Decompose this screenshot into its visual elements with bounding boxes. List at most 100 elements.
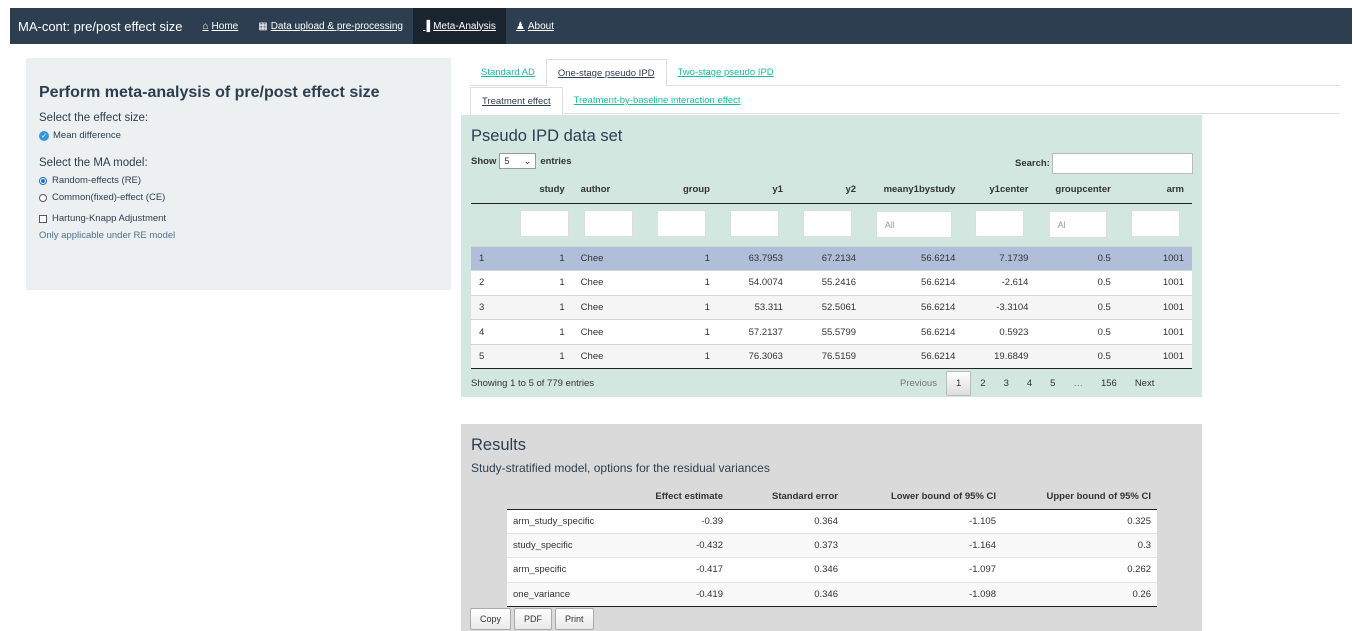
nav-home[interactable]: ⌂ Home [193,8,249,44]
table-row[interactable]: 3 1 Chee 1 53.311 52.5061 56.6214 -3.310… [471,294,1192,320]
checkbox-hartung-knapp[interactable]: Hartung-Knapp Adjustment [39,213,438,224]
pager-page-4[interactable]: 4 [1018,371,1041,396]
cell-index: 3 [471,294,516,320]
pager-page-2[interactable]: 2 [971,371,994,396]
effect-option-mean-difference[interactable]: ✓ Mean difference [39,130,438,141]
filter-input-group[interactable] [656,209,706,237]
radio-button-icon [39,193,47,202]
cell-author: Chee [572,319,645,345]
pdf-button[interactable]: PDF [514,608,553,630]
pager-next[interactable]: Next [1126,371,1164,396]
col-header-meany1bystudy[interactable]: meany1bystudy [864,177,964,204]
tab-two-stage-ipd[interactable]: Two-stage pseudo IPD [667,59,785,86]
pager-page-156[interactable]: 156 [1092,371,1126,396]
col-header-groupcenter[interactable]: groupcenter [1036,177,1119,204]
cell-y1center: -2.614 [963,270,1037,296]
cell-lower: -1.098 [844,581,1002,608]
copy-button[interactable]: Copy [470,608,512,630]
table-row[interactable]: 2 1 Chee 1 54.0074 55.2416 56.6214 -2.61… [471,270,1192,296]
results-title: Results [471,436,527,454]
tab-interaction-effect[interactable]: Treatment-by-baseline interaction effect [563,87,752,114]
search-input[interactable] [1052,153,1193,174]
filter-row: All Al [471,203,1192,246]
cell-meany1bystudy: 56.6214 [864,294,964,320]
col-header-group[interactable]: group [644,177,718,204]
cell-author: Chee [572,343,645,370]
filter-input-arm[interactable] [1130,209,1180,237]
table-row[interactable]: study_specific -0.432 0.373 -1.164 0.3 [507,532,1157,558]
tab-treatment-effect[interactable]: Treatment effect [470,87,563,115]
cell-se: 0.373 [729,532,844,558]
filter-input-meany1bystudy[interactable]: All [875,211,952,238]
radio-random-effects[interactable]: Random-effects (RE) [39,175,438,186]
col-header-standard-error[interactable]: Standard error [729,484,844,510]
table-row[interactable]: 4 1 Chee 1 57.2137 55.5799 56.6214 0.592… [471,319,1192,345]
cell-study: 1 [515,270,573,296]
col-header-lower-ci[interactable]: Lower bound of 95% CI [844,484,1002,510]
table-row[interactable]: arm_study_specific -0.39 0.364 -1.105 0.… [507,508,1157,534]
cell-y1: 57.2137 [717,319,791,345]
filter-input-author[interactable] [584,209,634,237]
col-header-author[interactable]: author [572,177,645,204]
checkbox-icon [39,214,47,223]
cell-y1: 63.7953 [717,245,791,271]
radio-common-effect[interactable]: Common(fixed)-effect (CE) [39,192,438,203]
cell-model: one_variance [507,581,637,608]
cell-y1center: 7.1739 [963,245,1037,271]
table-row[interactable]: 1 1 Chee 1 63.7953 67.2134 56.6214 7.173… [471,245,1192,271]
filter-input-y2[interactable] [803,209,852,237]
col-header-model[interactable] [507,484,637,510]
search-label: Search: [1015,158,1050,169]
cell-group: 1 [644,319,718,345]
cell-group: 1 [644,245,718,271]
filter-input-study[interactable] [519,209,569,237]
cell-meany1bystudy: 56.6214 [864,270,964,296]
table-row[interactable]: one_variance -0.419 0.346 -1.098 0.26 [507,581,1157,608]
cell-arm: 1001 [1118,270,1192,296]
col-header-effect-estimate[interactable]: Effect estimate [637,484,729,510]
table-row[interactable]: 5 1 Chee 1 76.3063 76.5159 56.6214 19.68… [471,343,1192,370]
tab-one-stage-ipd[interactable]: One-stage pseudo IPD [545,59,667,87]
cell-index: 5 [471,343,516,370]
cell-meany1bystudy: 56.6214 [864,319,964,345]
pager-page-3[interactable]: 3 [995,371,1018,396]
filter-input-groupcenter[interactable]: Al [1048,211,1107,238]
pager-page-1[interactable]: 1 [945,371,972,396]
col-header-y1center[interactable]: y1center [963,177,1037,204]
cell-estimate: -0.432 [637,532,729,558]
cell-groupcenter: 0.5 [1036,245,1119,271]
table-header-row: study author group y1 y2 meany1bystudy y… [471,177,1192,204]
analysis-tabs: Standard AD One-stage pseudo IPD Two-sta… [470,59,1340,87]
col-header-study[interactable]: study [515,177,573,204]
users-icon: ♟ [515,20,525,32]
col-header-index[interactable] [471,177,516,204]
cell-groupcenter: 0.5 [1036,319,1119,345]
filter-input-y1center[interactable] [975,209,1025,237]
effect-tabs: Treatment effect Treatment-by-baseline i… [470,87,1340,115]
pager-previous[interactable]: Previous [891,371,946,396]
cell-index: 2 [471,270,516,296]
filter-input-y1[interactable] [729,209,779,237]
pager-page-5[interactable]: 5 [1041,371,1064,396]
nav-data-upload[interactable]: ▦ Data upload & pre-processing [248,8,413,44]
filter-cell: Al [1036,203,1118,246]
cell-y1: 53.311 [717,294,791,320]
col-header-y1[interactable]: y1 [717,177,791,204]
col-header-y2[interactable]: y2 [790,177,865,204]
page-length-select[interactable]: 5 ⌄ [499,153,537,169]
nav-about[interactable]: ♟ About [506,8,564,44]
table-row[interactable]: arm_specific -0.417 0.346 -1.097 0.262 [507,557,1157,583]
pseudo-ipd-table: study author group y1 y2 meany1bystudy y… [471,177,1192,370]
page-length-control: Show 5 ⌄ entries [471,153,572,169]
print-button[interactable]: Print [555,608,594,630]
results-table: Effect estimate Standard error Lower bou… [507,484,1157,608]
nav-meta-analysis[interactable]: ▐ Meta-Analysis [413,8,506,44]
radio-button-icon [39,176,47,185]
app-brand[interactable]: MA-cont: pre/post effect size [10,19,193,34]
col-header-upper-ci[interactable]: Upper bound of 95% CI [1002,484,1157,510]
cell-y2: 67.2134 [790,245,865,271]
cell-y1center: -3.3104 [963,294,1037,320]
col-header-arm[interactable]: arm [1118,177,1192,204]
tab-standard-ad[interactable]: Standard AD [470,59,546,86]
cell-se: 0.364 [729,508,844,534]
